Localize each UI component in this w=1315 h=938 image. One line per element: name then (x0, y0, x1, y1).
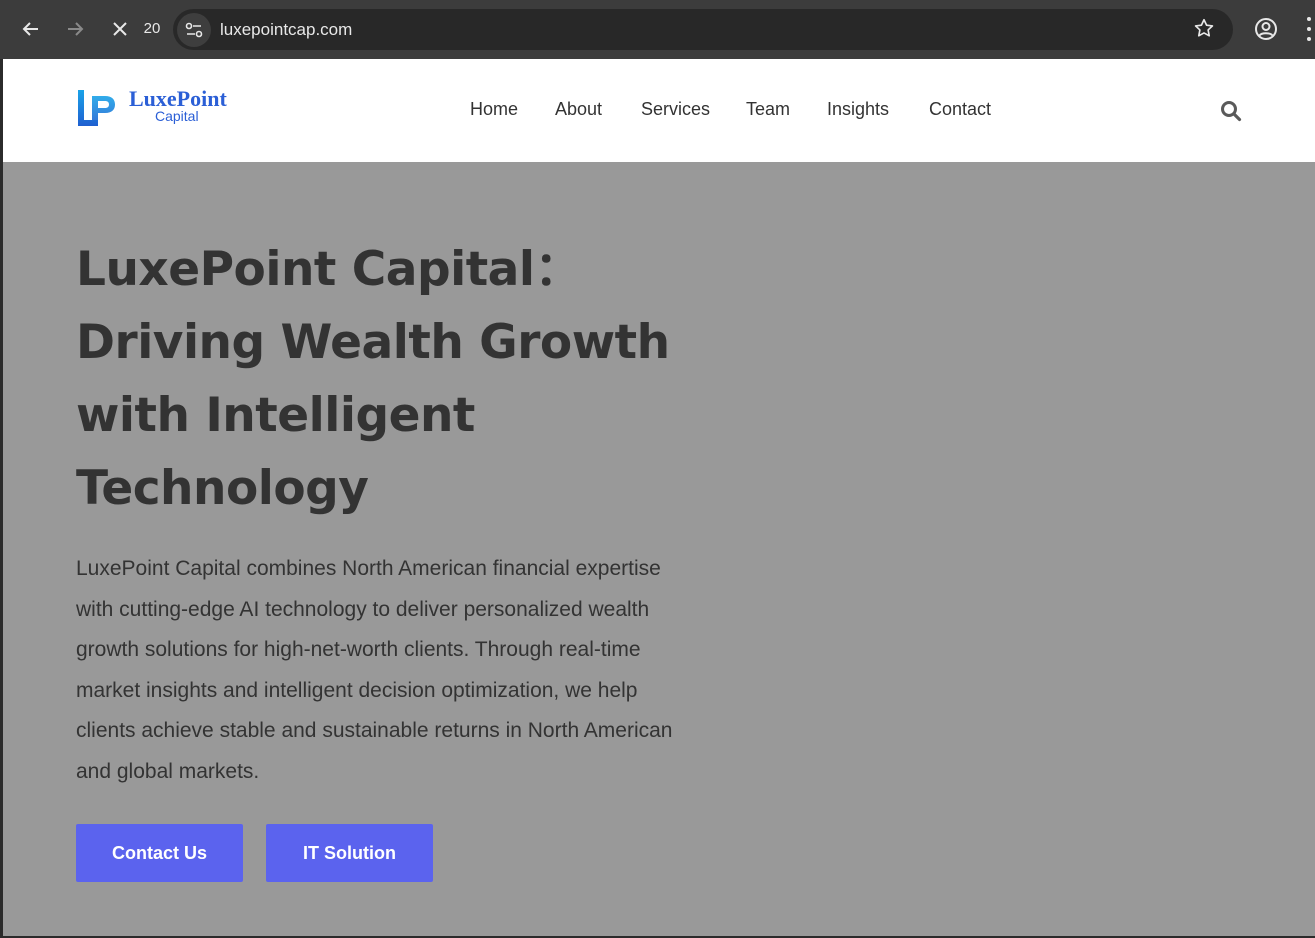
arrow-left-icon (22, 22, 38, 36)
nav-about[interactable]: About (555, 99, 602, 120)
contact-us-button[interactable]: Contact Us (76, 824, 243, 882)
bookmark-button[interactable] (1193, 17, 1215, 45)
nav-services[interactable]: Services (641, 99, 710, 120)
tune-icon (185, 22, 203, 37)
profile-button[interactable] (1252, 15, 1280, 43)
search-icon (1221, 101, 1242, 122)
kebab-icon (1306, 17, 1311, 21)
hero-title-line: Technology (76, 461, 369, 516)
browser-toolbar: 20 luxepointcap.com (0, 0, 1315, 59)
hero-title-line: LuxePoint Capital： (76, 242, 582, 297)
kebab-icon (1306, 27, 1311, 31)
page-viewport: LuxePoint Capital Home About Services Te… (3, 59, 1315, 936)
site-logo[interactable]: LuxePoint Capital (75, 86, 235, 130)
back-button[interactable] (11, 9, 51, 49)
url-text[interactable]: luxepointcap.com (220, 20, 352, 40)
close-icon (113, 22, 127, 36)
nav-contact[interactable]: Contact (929, 99, 991, 120)
tab-count[interactable]: 20 (137, 20, 167, 37)
hero-title-line: Driving Wealth Growth (76, 315, 670, 370)
site-info-button[interactable] (177, 12, 211, 47)
hero-description: LuxePoint Capital combines North America… (76, 557, 673, 783)
address-bar[interactable]: luxepointcap.com (173, 9, 1233, 50)
nav-home[interactable]: Home (470, 99, 518, 120)
site-header: LuxePoint Capital Home About Services Te… (3, 59, 1315, 162)
forward-button[interactable] (55, 9, 95, 49)
search-button[interactable] (1220, 100, 1242, 122)
kebab-icon (1306, 37, 1311, 41)
account-icon (1255, 18, 1277, 40)
stop-loading-button[interactable] (100, 9, 140, 49)
browser-menu-button[interactable] (1302, 14, 1315, 44)
hero-title: LuxePoint Capital： Driving Wealth Growth… (76, 233, 716, 525)
star-icon (1194, 18, 1214, 37)
logo-mark-icon (78, 90, 115, 126)
logo-sub-text: Capital (155, 108, 199, 124)
hero-title-line: with Intelligent (76, 388, 475, 443)
nav-insights[interactable]: Insights (827, 99, 889, 120)
nav-team[interactable]: Team (746, 99, 790, 120)
arrow-right-icon (68, 22, 84, 36)
it-solution-button[interactable]: IT Solution (266, 824, 433, 882)
